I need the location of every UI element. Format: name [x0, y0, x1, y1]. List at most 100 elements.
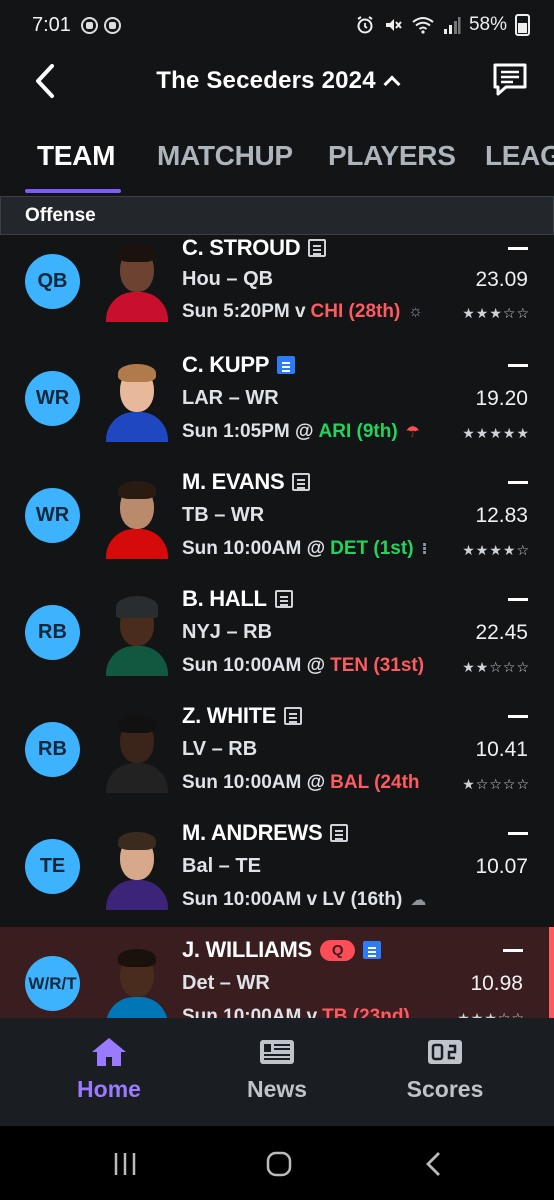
tab-matchup[interactable]: MATCHUP — [157, 140, 293, 172]
team-position: TB – WR — [182, 504, 265, 526]
team-position: Bal – TE — [182, 855, 261, 877]
player-headshot — [104, 713, 170, 793]
player-row[interactable]: TE M. ANDREWS Bal – TE 10.07 Sun 10:00AM… — [0, 810, 554, 927]
player-row[interactable]: QB C. STROUD Hou – QB 23.09 Sun 5:20PM v… — [0, 236, 554, 342]
note-icon[interactable] — [277, 356, 296, 374]
scores-icon — [380, 1036, 510, 1068]
player-name[interactable]: B. HALL — [182, 586, 267, 612]
player-headshot — [104, 830, 170, 910]
player-name-row: J. WILLIAMS Q — [182, 937, 382, 963]
note-icon[interactable] — [330, 824, 349, 842]
game-time: Sun 10:00AM @ — [182, 772, 326, 793]
game-info: Sun 1:05PM @ ARI (9th) ☂ — [182, 421, 420, 443]
game-info: Sun 10:00AM v TB (23nd) — [182, 1006, 410, 1018]
position-badge[interactable]: QB — [25, 254, 80, 309]
team-position: NYJ – RB — [182, 621, 273, 643]
player-headshot — [104, 479, 170, 559]
player-name-row: Z. WHITE — [182, 703, 303, 729]
position-badge[interactable]: RB — [25, 605, 80, 660]
battery-icon — [515, 14, 530, 36]
nav-scores[interactable]: Scores — [380, 1036, 510, 1103]
home-icon — [44, 1036, 174, 1068]
player-name[interactable]: C. KUPP — [182, 352, 269, 378]
roster-list: QB C. STROUD Hou – QB 23.09 Sun 5:20PM v… — [0, 236, 554, 1018]
notification-icons — [80, 16, 121, 34]
player-name-row: M. EVANS — [182, 469, 311, 495]
game-info: Sun 10:00AM v LV (16th) ☁ — [182, 889, 426, 911]
opponent-rank: CHI (28th) — [310, 301, 401, 322]
team-position: Hou – QB — [182, 268, 274, 290]
player-headshot — [104, 362, 170, 442]
nav-home[interactable]: Home — [44, 1036, 174, 1103]
player-row[interactable]: RB B. HALL NYJ – RB 22.45 Sun 10:00AM @ … — [0, 576, 554, 693]
player-name-row: M. ANDREWS — [182, 820, 349, 846]
cloud-icon: ☁ — [410, 892, 427, 909]
status-right: 58% — [355, 14, 530, 36]
chat-icon[interactable] — [490, 60, 530, 100]
note-icon[interactable] — [363, 941, 382, 959]
game-time: Sun 5:20PM v — [182, 301, 306, 322]
note-icon[interactable] — [292, 473, 311, 491]
player-row[interactable]: W/R/T J. WILLIAMS Q Det – WR 10.98 Sun 1… — [0, 927, 554, 1018]
position-badge[interactable]: WR — [25, 488, 80, 543]
note-icon[interactable] — [274, 590, 293, 608]
player-row[interactable]: WR M. EVANS TB – WR 12.83 Sun 10:00AM @ … — [0, 459, 554, 576]
battery-percent: 58% — [468, 14, 507, 35]
matchup-stars: ★★☆☆☆ — [462, 659, 530, 675]
status-time: 7:01 — [32, 13, 71, 36]
wifi-icon — [412, 17, 434, 34]
player-name[interactable]: M. EVANS — [182, 469, 285, 495]
player-name-row: B. HALL — [182, 586, 293, 612]
player-name[interactable]: M. ANDREWS — [182, 820, 323, 846]
questionable-badge: Q — [319, 939, 356, 961]
opponent-rank: BAL (24th — [330, 772, 420, 793]
player-name[interactable]: Z. WHITE — [182, 703, 276, 729]
system-back-icon[interactable] — [424, 1150, 444, 1178]
position-badge[interactable]: WR — [25, 371, 80, 426]
note-icon[interactable] — [308, 239, 327, 257]
home-button-icon[interactable] — [265, 1150, 293, 1178]
tab-players[interactable]: PLAYERS — [328, 140, 456, 172]
recent-apps-icon[interactable] — [112, 1150, 138, 1178]
tab-team[interactable]: TEAM — [37, 140, 115, 172]
opponent-rank: TB (23nd) — [322, 1006, 410, 1018]
position-badge[interactable]: TE — [25, 839, 80, 894]
projected-points: 10.07 — [475, 855, 528, 878]
nav-scores-label: Scores — [406, 1076, 484, 1102]
sun-icon: ☼ — [408, 303, 423, 320]
section-tabs: TEAM MATCHUP PLAYERS LEAGUE — [0, 128, 554, 194]
opponent-rank: ARI (9th) — [318, 421, 398, 442]
projected-points: 10.41 — [475, 738, 528, 761]
game-info: Sun 5:20PM v CHI (28th) ☼ — [182, 301, 423, 323]
status-dash — [508, 364, 528, 367]
projected-points: 22.45 — [475, 621, 528, 644]
player-headshot — [104, 596, 170, 676]
nav-news[interactable]: News — [212, 1036, 342, 1103]
player-row[interactable]: RB Z. WHITE LV – RB 10.41 Sun 10:00AM @ … — [0, 693, 554, 810]
section-label: Offense — [25, 204, 96, 226]
tab-league[interactable]: LEAGUE — [485, 140, 554, 172]
position-badge[interactable]: W/R/T — [25, 956, 80, 1011]
section-header-offense: Offense — [0, 196, 554, 235]
status-dash — [508, 832, 528, 835]
status-bar: 7:01 58% — [0, 0, 554, 50]
projected-points: 23.09 — [475, 268, 528, 291]
matchup-stars: ★☆☆☆☆ — [462, 776, 530, 792]
game-time: Sun 10:00AM v — [182, 1006, 318, 1018]
player-name[interactable]: J. WILLIAMS — [182, 937, 312, 963]
player-headshot — [104, 947, 170, 1018]
app-notification-icon — [103, 16, 121, 34]
team-position: Det – WR — [182, 972, 270, 994]
nav-news-label: News — [246, 1076, 308, 1102]
back-arrow-icon[interactable] — [30, 62, 60, 100]
system-navigation-bar — [0, 1126, 554, 1200]
team-position: LAR – WR — [182, 387, 279, 409]
player-name[interactable]: C. STROUD — [182, 236, 301, 261]
note-icon[interactable] — [284, 707, 303, 725]
player-row[interactable]: WR C. KUPP LAR – WR 19.20 Sun 1:05PM @ A… — [0, 342, 554, 459]
app-notification-icon — [80, 16, 98, 34]
league-selector[interactable]: The Seceders 2024 — [156, 67, 401, 95]
game-info: Sun 10:00AM @ BAL (24th — [182, 772, 420, 794]
position-badge[interactable]: RB — [25, 722, 80, 777]
projected-points: 12.83 — [475, 504, 528, 527]
